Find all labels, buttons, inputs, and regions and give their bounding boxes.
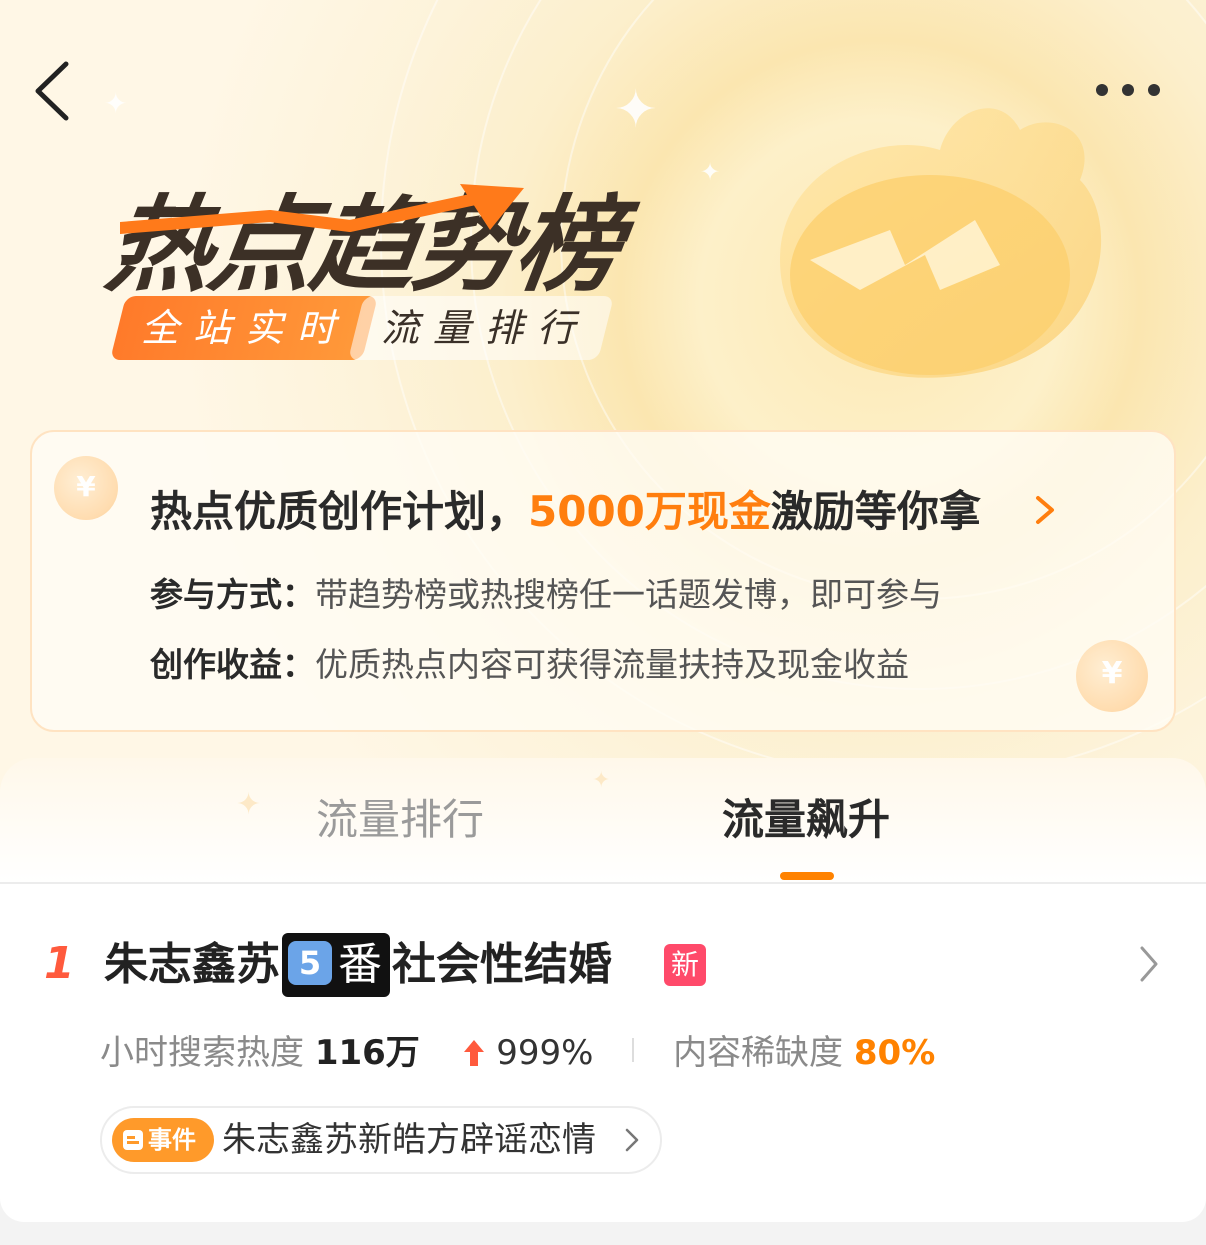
promo-row-value: 优质热点内容可获得流量扶持及现金收益 — [315, 645, 909, 684]
tab-traffic-rank[interactable]: 流量排行 — [300, 790, 500, 850]
scarcity-label: 内容稀缺度 — [673, 1033, 844, 1073]
item-title-part2: 社会性结婚 — [392, 939, 612, 990]
active-tab-indicator — [780, 872, 834, 880]
back-chevron-icon[interactable] — [30, 58, 80, 124]
sparkle-icon: ✦ — [236, 787, 262, 822]
promo-title-suffix: 激励等你拿 — [770, 487, 981, 536]
emoji-char: 番 — [338, 939, 382, 990]
tab-traffic-surge[interactable]: 流量飙升 — [706, 790, 906, 850]
item-title-part1: 朱志鑫苏 — [104, 939, 280, 990]
promo-title-prefix: 热点优质创作计划， — [150, 487, 529, 536]
badge-traffic-rank: 流量排行 — [380, 306, 589, 350]
rank-number: 1 — [44, 938, 75, 989]
sparkle-icon: ✦ — [700, 158, 721, 186]
scarcity-value: 80% — [853, 1033, 936, 1073]
sparkle-icon: ✦ — [104, 87, 128, 120]
promo-title-highlight: 5000万现金 — [528, 487, 771, 536]
event-text[interactable]: 朱志鑫苏新皓方辟谣恋情 — [222, 1112, 622, 1168]
trend-arrow-icon — [120, 184, 524, 234]
coin-symbol: ¥ — [1101, 656, 1123, 691]
chevron-right-icon[interactable] — [1136, 942, 1162, 986]
keycap-number-icon: 5 — [288, 941, 332, 985]
promo-row-key: 参与方式： — [150, 575, 315, 614]
item-title[interactable]: 朱志鑫苏 5 番 社会性结婚 — [104, 930, 612, 1000]
promo-row-earnings: 创作收益：优质热点内容可获得流量扶持及现金收益 — [150, 642, 1030, 688]
chevron-right-icon[interactable] — [1030, 490, 1060, 530]
promo-row-participation: 参与方式：带趋势榜或热搜榜任一话题发博，即可参与 — [150, 572, 1030, 618]
new-badge: 新 — [664, 944, 706, 986]
weibo-hot-logo-icon — [780, 108, 1102, 378]
sparkle-icon: ✦ — [592, 768, 611, 793]
coin-symbol: ¥ — [76, 470, 96, 503]
promo-row-key: 创作收益： — [150, 645, 315, 684]
document-icon — [123, 1130, 143, 1150]
divider — [632, 1038, 635, 1062]
item-stats: 小时搜索热度 116万 999% 内容稀缺度 80% — [100, 1026, 935, 1080]
sparkle-icon: ✦ — [614, 80, 658, 140]
growth-value: 999% — [496, 1033, 594, 1073]
promo-title[interactable]: 热点优质创作计划，5000万现金激励等你拿 — [150, 480, 1050, 544]
search-heat-value: 116万 — [314, 1033, 420, 1073]
search-heat-label: 小时搜索热度 — [100, 1033, 304, 1073]
badge-realtime: 全站实时 — [140, 306, 349, 350]
chevron-right-icon[interactable] — [624, 1126, 640, 1154]
arrow-up-icon — [464, 1040, 485, 1066]
emoji-group: 5 番 — [282, 933, 390, 997]
promo-row-value: 带趋势榜或热搜榜任一话题发博，即可参与 — [315, 575, 942, 614]
more-dots-icon[interactable] — [1096, 78, 1166, 102]
event-tag-label: 事件 — [148, 1126, 196, 1154]
